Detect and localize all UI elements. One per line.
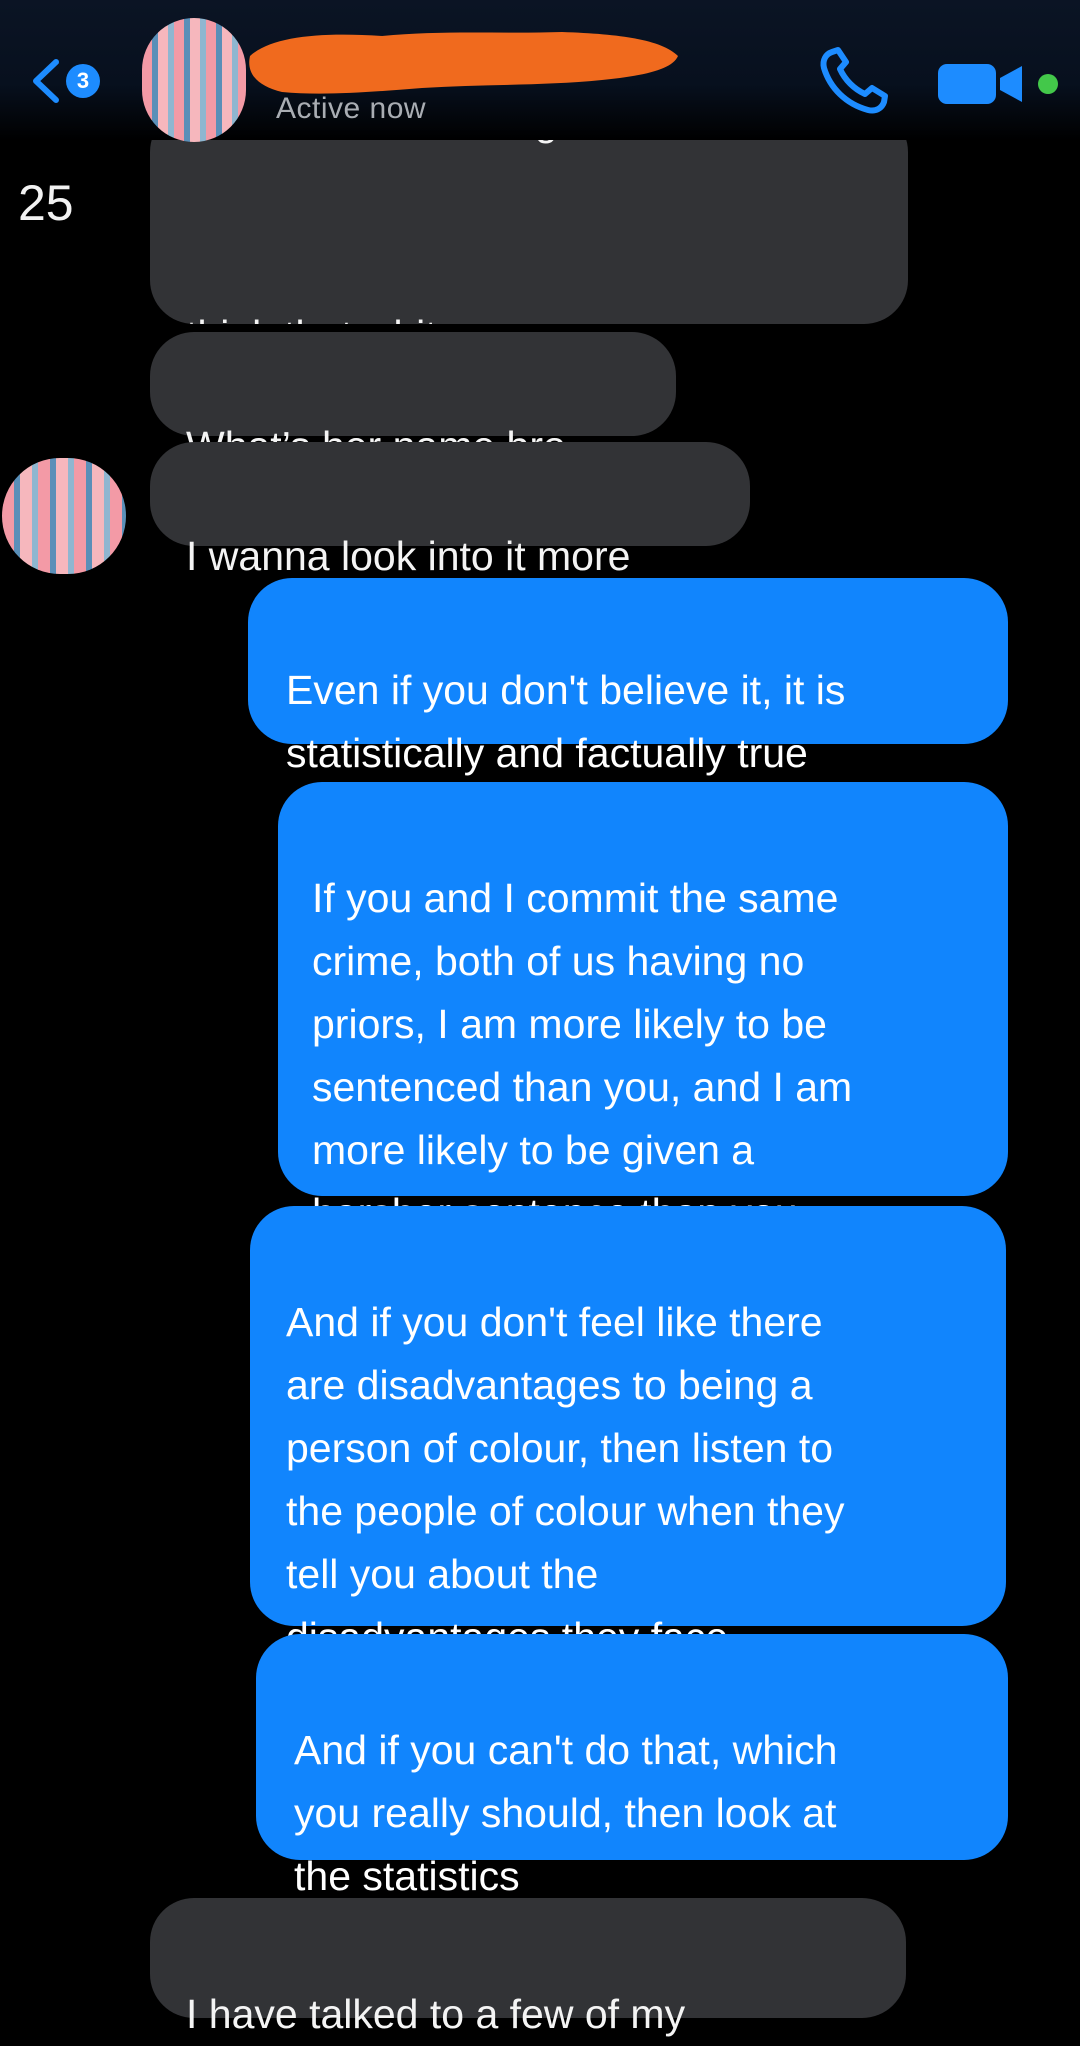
message-text: And if you don't feel like there are dis… [286, 1299, 845, 1660]
message-text: Even if you don't believe it, it is stat… [286, 667, 846, 776]
message-incoming[interactable]: are at a disadvantage tho and I think th… [150, 108, 908, 324]
message-incoming[interactable]: I have talked to a few of my [150, 1898, 906, 2037]
message-incoming[interactable]: I wanna look into it more [150, 442, 750, 579]
active-status: Active now [276, 92, 427, 125]
chat-header: 3 Active now [0, 0, 1080, 142]
message-text: think that white woman was wrong [186, 312, 687, 324]
message-incoming[interactable]: What’s her name bro [150, 332, 676, 469]
unread-count-badge: 3 [66, 64, 100, 98]
message-outgoing[interactable]: And if you can't do that, which you real… [256, 1634, 1008, 1899]
back-button[interactable]: 3 [26, 56, 106, 106]
message-outgoing[interactable]: Even if you don't believe it, it is stat… [248, 578, 1008, 776]
redacted-contact-name [249, 32, 678, 94]
message-text: I wanna look into it more [186, 533, 631, 579]
message-text: And if you can't do that, which you real… [294, 1727, 838, 1899]
message-text: I have talked to a few of my [186, 1991, 686, 2037]
video-camera-icon[interactable] [936, 60, 1028, 108]
online-indicator [1038, 74, 1058, 94]
chevron-left-icon [33, 59, 59, 103]
message-text: If you and I commit the same crime, both… [312, 875, 853, 1236]
unread-count: 25 [18, 175, 74, 231]
sender-avatar[interactable] [2, 458, 126, 574]
message-outgoing[interactable]: If you and I commit the same crime, both… [278, 782, 1008, 1236]
message-outgoing[interactable]: And if you don't feel like there are dis… [250, 1206, 1006, 1660]
contact-avatar[interactable] [142, 18, 246, 142]
phone-icon[interactable] [818, 46, 892, 116]
